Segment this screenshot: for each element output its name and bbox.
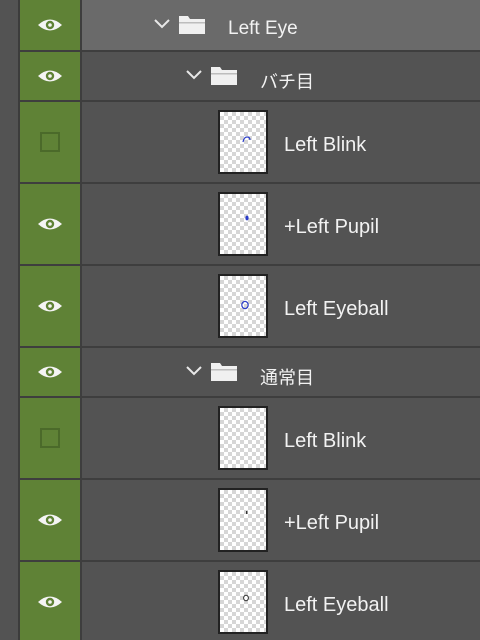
eye-icon	[37, 364, 63, 380]
layer-name: Left Blink	[284, 134, 367, 156]
folder-icon	[210, 64, 238, 86]
eye-icon	[37, 68, 63, 84]
layer-name: +Left Pupil	[284, 216, 380, 238]
layer-thumbnail	[218, 110, 268, 174]
chevron-down-icon[interactable]	[152, 14, 172, 34]
layer-row[interactable]: Left Blink	[20, 398, 480, 480]
layer-group-row[interactable]: 通常目	[20, 348, 480, 398]
layer-row[interactable]: Left Eyeball	[20, 266, 480, 348]
layer-thumbnail	[218, 274, 268, 338]
visibility-toggle[interactable]	[20, 348, 82, 396]
visibility-toggle[interactable]	[20, 52, 82, 100]
panel-left-gutter	[0, 0, 20, 640]
layer-thumbnail	[218, 406, 268, 470]
layer-row[interactable]: Left Eyeball	[20, 562, 480, 640]
eye-icon	[37, 512, 63, 528]
layer-thumbnail	[218, 192, 268, 256]
layer-name: 通常目	[260, 368, 314, 388]
layer-row[interactable]: Left Blink	[20, 102, 480, 184]
layer-name: +Left Pupil	[284, 512, 380, 534]
eye-icon	[37, 298, 63, 314]
eye-icon	[37, 594, 63, 610]
layer-name: バチ目	[260, 72, 314, 92]
visibility-toggle[interactable]	[20, 398, 82, 478]
layer-name: Left Eye	[228, 18, 298, 39]
chevron-down-icon[interactable]	[184, 65, 204, 85]
visibility-toggle[interactable]	[20, 184, 82, 264]
layer-thumbnail	[218, 488, 268, 552]
hidden-visibility-box-icon	[40, 132, 60, 152]
visibility-toggle[interactable]	[20, 562, 82, 640]
eye-icon	[37, 216, 63, 232]
chevron-down-icon[interactable]	[184, 361, 204, 381]
layer-thumbnail	[218, 570, 268, 634]
visibility-toggle[interactable]	[20, 102, 82, 182]
visibility-toggle[interactable]	[20, 0, 82, 50]
layer-row[interactable]: +Left Pupil	[20, 480, 480, 562]
layer-row[interactable]: +Left Pupil	[20, 184, 480, 266]
visibility-toggle[interactable]	[20, 480, 82, 560]
layers-panel: Left Eye バチ目 Left Blink +Left Pupil Left…	[0, 0, 480, 640]
layer-name: Left Blink	[284, 430, 367, 452]
layer-group-row[interactable]: バチ目	[20, 52, 480, 102]
layer-group-row[interactable]: Left Eye	[20, 0, 480, 52]
layer-name: Left Eyeball	[284, 298, 389, 320]
layer-name: Left Eyeball	[284, 594, 389, 616]
hidden-visibility-box-icon	[40, 428, 60, 448]
folder-icon	[178, 13, 206, 35]
folder-icon	[210, 360, 238, 382]
visibility-toggle[interactable]	[20, 266, 82, 346]
eye-icon	[37, 17, 63, 33]
